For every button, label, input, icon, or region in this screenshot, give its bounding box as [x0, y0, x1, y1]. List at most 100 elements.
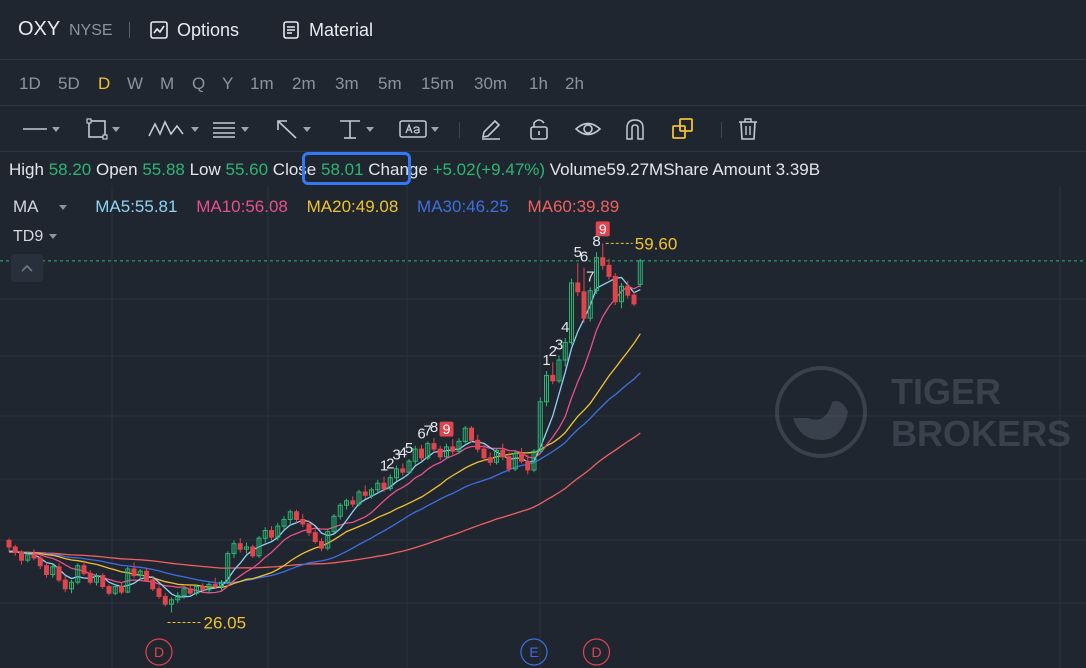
- layers-tool[interactable]: [671, 116, 695, 142]
- ma30-value: MA30:46.25: [417, 197, 509, 216]
- ticker-symbol[interactable]: OXY: [18, 18, 60, 41]
- header-divider: [129, 22, 130, 38]
- ma20-line: [9, 333, 641, 589]
- arrow-tool[interactable]: [275, 116, 311, 142]
- chevron-down-icon: [52, 126, 60, 132]
- toolbar-divider: [721, 122, 722, 138]
- pencil-tool[interactable]: [479, 116, 503, 142]
- tf-1D[interactable]: 1D: [19, 74, 41, 94]
- candle-body: [306, 523, 312, 534]
- change-value: +5.02(+9.47%): [432, 160, 546, 179]
- tf-2m[interactable]: 2m: [292, 74, 316, 94]
- rectangle-tool[interactable]: [86, 116, 120, 142]
- layers-icon: [672, 118, 693, 139]
- candle-body: [131, 568, 137, 577]
- collapse-button[interactable]: [11, 254, 43, 282]
- tf-Q[interactable]: Q: [192, 74, 205, 94]
- tf-1m[interactable]: 1m: [250, 74, 274, 94]
- magnet-tool[interactable]: [623, 116, 647, 142]
- candle-body: [81, 565, 87, 574]
- watermark-logo-mark: [793, 401, 848, 440]
- horizontal-line-icon: [340, 120, 360, 139]
- candle-body: [37, 557, 43, 567]
- lock-icon: [530, 119, 548, 140]
- line-tool[interactable]: [22, 116, 60, 142]
- tf-30m[interactable]: 30m: [474, 74, 507, 94]
- candle-body: [612, 275, 618, 303]
- candle-body: [500, 449, 506, 458]
- options-button[interactable]: Options: [149, 18, 239, 42]
- tf-2h[interactable]: 2h: [565, 74, 584, 94]
- candle-body: [487, 457, 493, 463]
- candle-body: [431, 443, 437, 450]
- candle-body: [237, 543, 243, 550]
- tf-5m[interactable]: 5m: [378, 74, 402, 94]
- line-icon: [23, 128, 47, 130]
- symbol-header: OXY NYSE Options Material: [0, 0, 1086, 60]
- fib-tool[interactable]: [211, 116, 249, 142]
- text-icon: [399, 120, 427, 138]
- ma5-value: MA5:55.81: [95, 197, 178, 216]
- tf-W[interactable]: W: [127, 74, 143, 94]
- visibility-tool[interactable]: [575, 116, 601, 142]
- tf-1h[interactable]: 1h: [529, 74, 548, 94]
- candle-body: [506, 456, 512, 470]
- text-tool[interactable]: [399, 116, 439, 142]
- candle-body: [144, 570, 149, 581]
- ma-selector[interactable]: MA: [13, 197, 81, 216]
- pattern-tool[interactable]: [147, 116, 199, 142]
- candle-body: [525, 460, 531, 471]
- candle-body: [481, 448, 487, 459]
- low-value: 55.60: [225, 160, 269, 179]
- candle-body: [44, 565, 49, 576]
- tf-15m[interactable]: 15m: [421, 74, 454, 94]
- document-icon: [283, 21, 299, 39]
- watermark-logo-icon: [775, 366, 867, 458]
- tf-3m[interactable]: 3m: [335, 74, 359, 94]
- chevron-down-icon: [303, 126, 311, 132]
- td-label: 5: [405, 440, 413, 457]
- candle-body: [312, 532, 318, 543]
- candle-body: [437, 448, 443, 458]
- candle-body: [419, 448, 424, 459]
- candle-body: [119, 586, 124, 593]
- close-highlight-box: [302, 152, 411, 185]
- candle-body: [300, 519, 306, 525]
- td9-label: TD9: [13, 228, 44, 245]
- ma-indicator-row: MA MA5:55.81 MA10:56.08 MA20:49.08 MA30:…: [13, 197, 633, 217]
- ma60-line: [9, 432, 641, 569]
- tf-Y[interactable]: Y: [222, 74, 233, 94]
- exchange-label: NYSE: [69, 22, 113, 39]
- td9-selector[interactable]: TD9: [13, 228, 58, 246]
- chevron-down-icon: [191, 126, 199, 132]
- candle-body: [156, 588, 162, 597]
- candle-body: [606, 264, 612, 277]
- candle-body: [162, 596, 168, 605]
- material-button[interactable]: Material: [281, 18, 373, 42]
- horizontal-line-tool[interactable]: [338, 116, 374, 142]
- td-label: 7: [586, 268, 594, 285]
- candle-body: [106, 586, 112, 594]
- candle-body: [250, 546, 256, 557]
- ma5-line: [8, 276, 641, 598]
- price-chart[interactable]: TIGERBROKERS59.6026.0512345678 9123456789…: [0, 186, 1086, 668]
- tf-D[interactable]: D: [98, 74, 110, 94]
- magnet-icon: [626, 119, 644, 140]
- options-label: Options: [177, 19, 240, 40]
- tf-M[interactable]: M: [160, 74, 174, 94]
- lock-tool[interactable]: [528, 116, 550, 142]
- candle-body: [294, 511, 299, 520]
- chevron-down-icon: [366, 126, 374, 132]
- td-label: 8: [430, 419, 438, 436]
- ma60-value: MA60:39.89: [527, 197, 620, 216]
- candle-body: [187, 588, 193, 594]
- tf-5D[interactable]: 5D: [58, 74, 80, 94]
- delete-tool[interactable]: [737, 116, 759, 142]
- event-marker-label: E: [529, 644, 538, 660]
- candle-body: [212, 583, 218, 588]
- chevron-down-icon: [58, 205, 67, 211]
- chevron-down-icon: [241, 126, 249, 132]
- candle-body: [381, 482, 387, 490]
- candle-body: [19, 552, 24, 561]
- volume-label: Volume: [549, 160, 607, 179]
